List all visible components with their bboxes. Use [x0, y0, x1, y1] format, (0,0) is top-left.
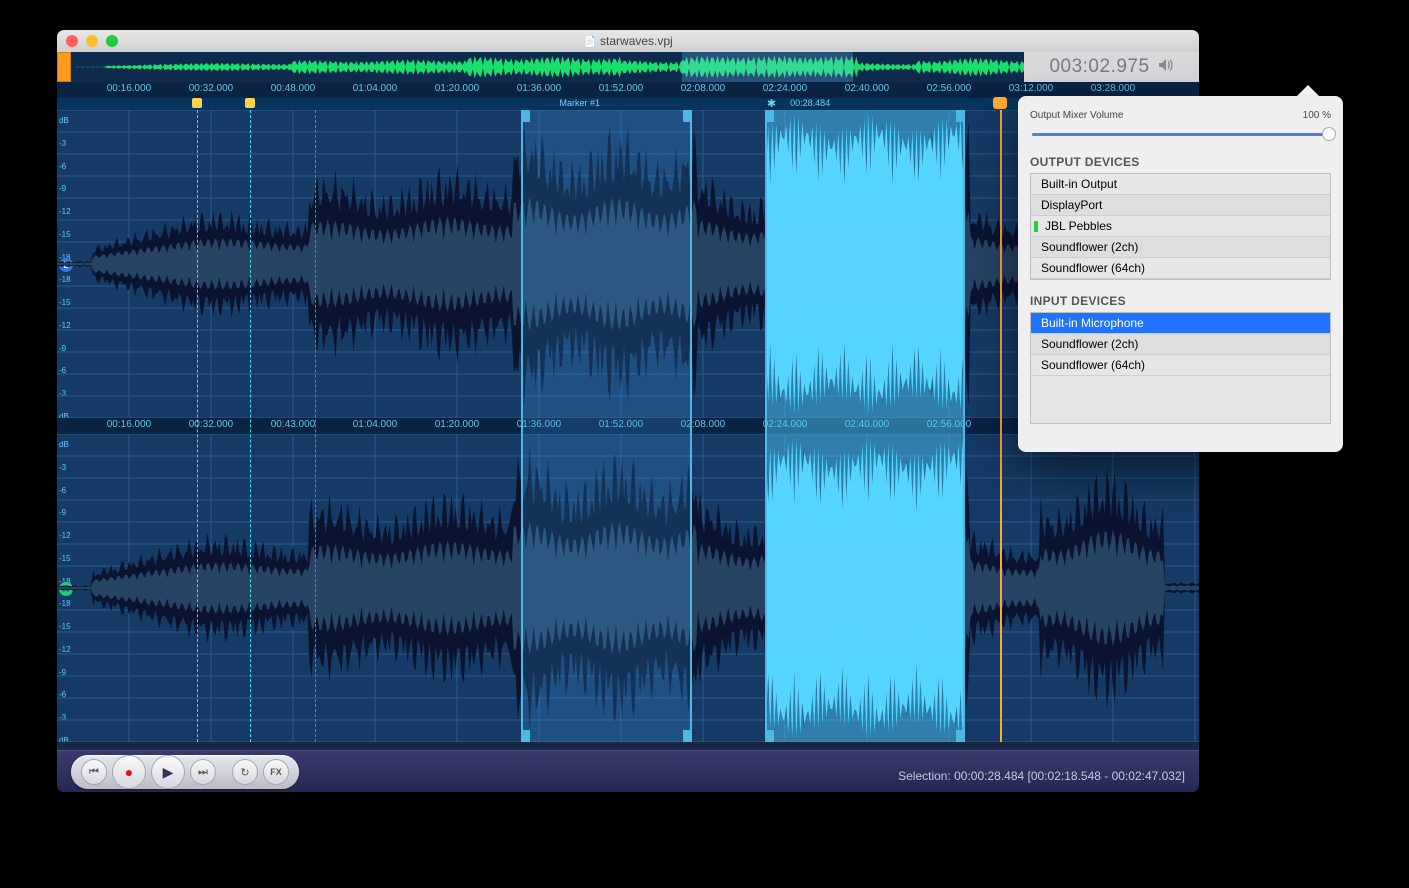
locator-flag[interactable]: [192, 98, 202, 108]
ruler-tick: 03:28.000: [1091, 83, 1136, 94]
ruler-tick: 01:04.000: [353, 83, 398, 94]
volume-value: 100 %: [1303, 110, 1331, 121]
ruler-tick: 03:12.000: [1009, 83, 1054, 94]
ruler-tick: 02:40.000: [845, 83, 890, 94]
overview-strip[interactable]: 003:02.975: [57, 52, 1199, 82]
marker-time: 00:28.484: [790, 98, 830, 108]
volume-label: Output Mixer Volume: [1030, 110, 1123, 121]
transport-controls: ⏮ ● ▶ ⏭ ↻ FX: [71, 755, 299, 789]
ruler-tick: 01:04.000: [353, 419, 398, 430]
ruler-tick: 00:32.000: [189, 419, 234, 430]
output-devices-list: Built-in OutputDisplayPortJBL PebblesSou…: [1030, 173, 1331, 280]
ruler-tick: 01:36.000: [517, 83, 562, 94]
skip-end-button[interactable]: ⏭: [190, 759, 216, 785]
locator-flag[interactable]: [245, 98, 255, 108]
selection-status: Selection: 00:00:28.484 [00:02:18.548 - …: [898, 769, 1185, 783]
marker-label[interactable]: Marker #1: [559, 98, 600, 108]
ruler-tick: 01:20.000: [435, 419, 480, 430]
ruler-tick: 00:16.000: [107, 419, 152, 430]
ruler-tick: 02:24.000: [763, 83, 808, 94]
bottom-bar: ⏮ ● ▶ ⏭ ↻ FX Selection: 00:00:28.484 [00…: [57, 750, 1199, 792]
ruler-tick: 01:52.000: [599, 83, 644, 94]
record-button[interactable]: ●: [112, 755, 146, 789]
loop-button[interactable]: ↻: [232, 759, 258, 785]
ruler-tick: 00:16.000: [107, 83, 152, 94]
audio-devices-popover: Output Mixer Volume 100 % OUTPUT DEVICES…: [1018, 96, 1343, 452]
skip-start-button[interactable]: ⏮: [81, 759, 107, 785]
play-button[interactable]: ▶: [151, 755, 185, 789]
input-devices-list: Built-in MicrophoneSoundflower (2ch)Soun…: [1030, 312, 1331, 424]
selection-region[interactable]: [765, 110, 965, 742]
input-device-row[interactable]: Soundflower (2ch): [1031, 334, 1330, 355]
ruler-tick: 02:56.000: [927, 83, 972, 94]
input-devices-heading: INPUT DEVICES: [1030, 294, 1331, 308]
output-device-row[interactable]: DisplayPort: [1031, 195, 1330, 216]
ruler-tick: 01:20.000: [435, 83, 480, 94]
time-counter-value: 003:02.975: [1049, 56, 1149, 78]
loop-region[interactable]: [521, 110, 692, 742]
output-device-row[interactable]: Built-in Output: [1031, 174, 1330, 195]
output-device-row[interactable]: JBL Pebbles: [1031, 216, 1330, 237]
ruler-tick: 00:32.000: [189, 83, 234, 94]
overview-waveform: [75, 54, 1054, 80]
marker-star-icon[interactable]: ✱: [767, 97, 776, 110]
overview-selection[interactable]: [682, 52, 853, 82]
input-device-row[interactable]: Built-in Microphone: [1031, 313, 1330, 334]
ruler-tick: 02:08.000: [681, 83, 726, 94]
titlebar: starwaves.vpj: [57, 30, 1199, 52]
speaker-icon[interactable]: [1158, 56, 1174, 78]
input-device-row[interactable]: Soundflower (64ch): [1031, 355, 1330, 376]
fx-button[interactable]: FX: [263, 759, 289, 785]
output-device-row[interactable]: Soundflower (64ch): [1031, 258, 1330, 279]
ruler-tick: 00:48.000: [271, 83, 316, 94]
overview-scroll-handle[interactable]: [57, 52, 71, 82]
playhead-handle[interactable]: [993, 97, 1007, 109]
output-devices-heading: OUTPUT DEVICES: [1030, 155, 1331, 169]
document-title: starwaves.vpj: [57, 34, 1199, 48]
time-counter: 003:02.975: [1024, 52, 1199, 82]
volume-slider[interactable]: [1032, 127, 1329, 141]
ruler-tick: 00:43.000: [271, 419, 316, 430]
output-device-row[interactable]: Soundflower (2ch): [1031, 237, 1330, 258]
